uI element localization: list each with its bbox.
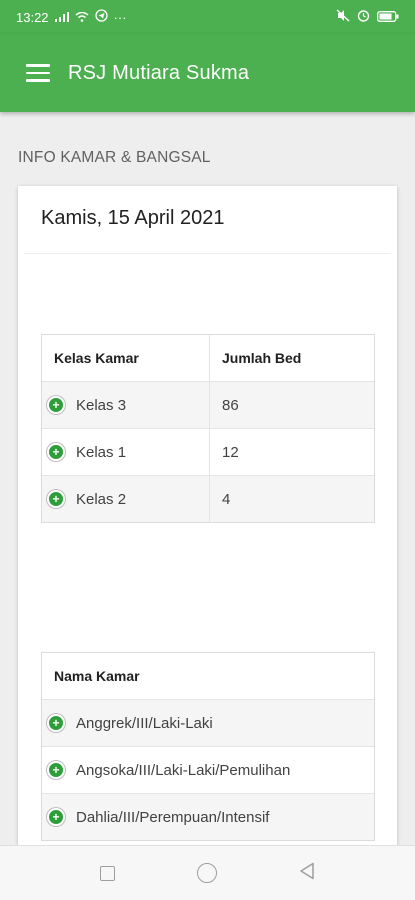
bed-count: 4 (222, 490, 231, 508)
date-label: Kamis, 15 April 2021 (41, 207, 225, 229)
kamar-name: Angsoka/III/Laki-Laki/Pemulihan (76, 761, 291, 779)
table-row[interactable]: + Kelas 1 12 (42, 428, 374, 475)
status-bar: 13:22 ··· (0, 0, 415, 34)
kamar-name: Dahlia/III/Perempuan/Intensif (76, 808, 270, 826)
hamburger-icon[interactable] (26, 64, 50, 82)
signal-icon (54, 10, 69, 25)
kelas-name: Kelas 2 (76, 490, 127, 508)
column-header-kelas: Kelas Kamar (42, 335, 210, 381)
table-header: Kelas Kamar Jumlah Bed (42, 335, 374, 381)
table-header: Nama Kamar (42, 653, 374, 699)
status-time: 13:22 (16, 9, 49, 25)
plus-circle-icon[interactable]: + (47, 396, 65, 414)
kelas-table: Kelas Kamar Jumlah Bed + Kelas 3 86 + Kela… (41, 334, 375, 523)
mute-icon (336, 9, 350, 25)
table-row[interactable]: + Dahlia/III/Perempuan/Intensif (42, 793, 374, 840)
section-title: INFO KAMAR & BANGSAL (18, 149, 211, 166)
table-row[interactable]: + Angsoka/III/Laki-Laki/Pemulihan (42, 746, 374, 793)
more-notifications-icon: ··· (113, 9, 127, 25)
plus-circle-icon[interactable]: + (47, 714, 65, 732)
table-row[interactable]: + Kelas 3 86 (42, 381, 374, 428)
table-row[interactable]: + Kelas 2 4 (42, 475, 374, 522)
plus-circle-icon[interactable]: + (47, 808, 65, 826)
info-card: Kamis, 15 April 2021 Kelas Kamar Jumlah … (18, 186, 397, 845)
plus-circle-icon[interactable]: + (47, 443, 65, 461)
table-row[interactable]: + Anggrek/III/Laki-Laki (42, 699, 374, 746)
system-nav-bar (0, 845, 415, 900)
plus-circle-icon[interactable]: + (47, 761, 65, 779)
app-title: RSJ Mutiara Sukma (68, 61, 250, 84)
column-header-jumlah: Jumlah Bed (222, 350, 302, 366)
main-content: INFO KAMAR & BANGSAL Kamis, 15 April 202… (0, 112, 415, 845)
telegram-icon (94, 9, 108, 25)
home-icon[interactable] (197, 863, 217, 883)
battery-icon (377, 10, 399, 25)
divider (24, 253, 391, 254)
recent-apps-icon[interactable] (100, 865, 115, 881)
kamar-table: Nama Kamar + Anggrek/III/Laki-Laki + Angso… (41, 652, 375, 841)
kelas-name: Kelas 1 (76, 443, 127, 461)
alarm-icon (357, 9, 370, 25)
wifi-icon (75, 10, 89, 25)
bed-count: 12 (222, 443, 239, 461)
plus-circle-icon[interactable]: + (47, 490, 65, 508)
kelas-name: Kelas 3 (76, 396, 127, 414)
app-bar: RSJ Mutiara Sukma (0, 34, 415, 112)
bed-count: 86 (222, 396, 239, 414)
back-icon[interactable] (299, 862, 315, 885)
column-header-nama-kamar: Nama Kamar (54, 668, 140, 684)
kamar-name: Anggrek/III/Laki-Laki (76, 714, 213, 732)
